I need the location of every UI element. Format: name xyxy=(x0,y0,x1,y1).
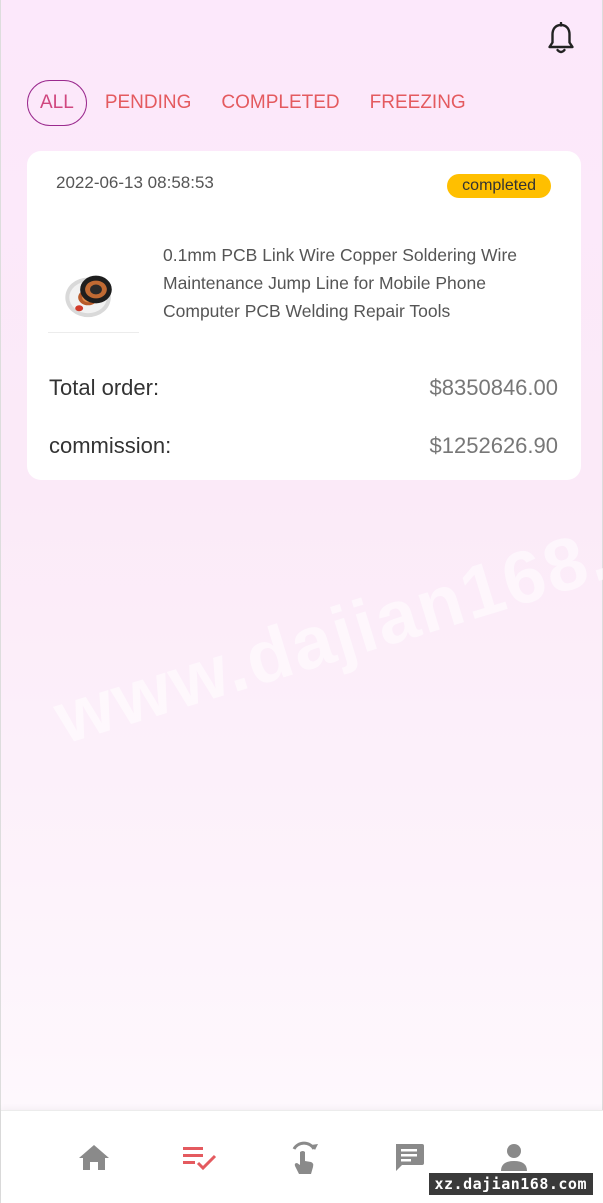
nav-grab[interactable] xyxy=(284,1137,324,1177)
order-card[interactable]: 2022-06-13 08:58:53 completed 0.1mm PCB … xyxy=(27,151,581,480)
product-image xyxy=(48,275,139,333)
tab-freezing[interactable]: FREEZING xyxy=(356,80,480,126)
order-filter-tabs: ALL PENDING COMPLETED FREEZING xyxy=(27,80,482,126)
total-order-label: Total order: xyxy=(49,375,160,400)
total-order-value: $8350846.00 xyxy=(429,375,558,400)
grab-icon xyxy=(292,1141,318,1174)
order-datetime: 2022-06-13 08:58:53 xyxy=(56,173,214,192)
tab-completed[interactable]: COMPLETED xyxy=(207,80,353,126)
commission-label: commission: xyxy=(49,433,172,458)
bell-icon[interactable] xyxy=(546,22,576,56)
site-tag: xz.dajian168.com xyxy=(428,1173,593,1195)
status-badge: completed xyxy=(447,174,551,198)
tab-all[interactable]: ALL xyxy=(27,80,87,126)
nav-orders[interactable] xyxy=(179,1137,219,1177)
nav-messages[interactable] xyxy=(389,1137,429,1177)
product-name: 0.1mm PCB Link Wire Copper Soldering Wir… xyxy=(163,245,518,321)
nav-profile[interactable] xyxy=(494,1137,534,1177)
message-icon xyxy=(396,1144,424,1171)
watermark: www.dajian168.com xyxy=(44,465,603,760)
user-icon xyxy=(501,1144,527,1171)
home-icon xyxy=(79,1145,109,1170)
orders-icon xyxy=(183,1147,217,1171)
tab-pending[interactable]: PENDING xyxy=(91,80,206,126)
nav-home[interactable] xyxy=(74,1137,114,1177)
commission-value: $1252626.90 xyxy=(429,433,558,458)
